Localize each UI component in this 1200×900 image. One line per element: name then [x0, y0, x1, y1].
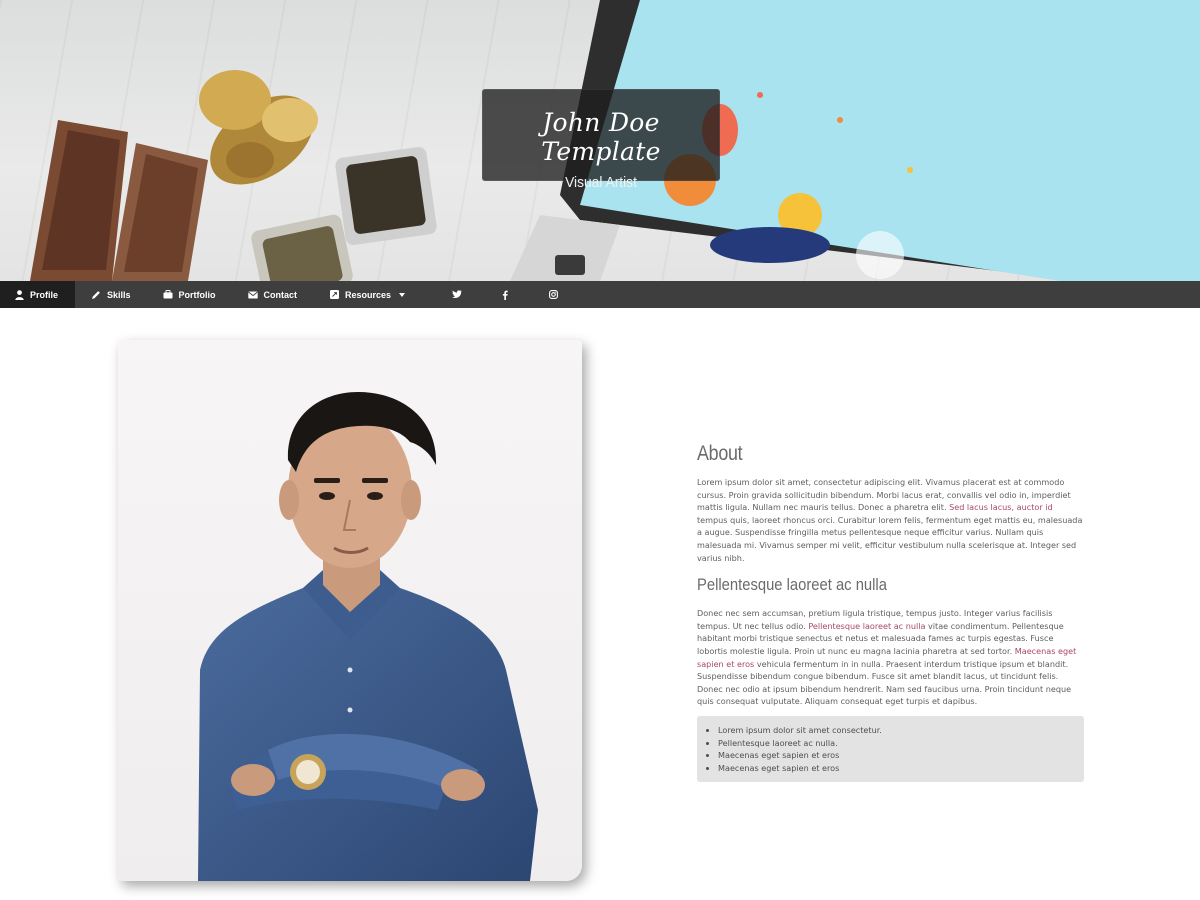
- profile-photo: [118, 340, 582, 881]
- nav-resources-dropdown[interactable]: Resources: [313, 281, 433, 308]
- facebook-link[interactable]: [481, 281, 529, 308]
- list-item: Maecenas eget sapien et eros: [718, 749, 1074, 762]
- about-p1-text-end: tempus quis, laoreet rhoncus orci. Curab…: [697, 514, 1083, 563]
- instagram-icon: [548, 290, 558, 300]
- twitter-link[interactable]: [433, 281, 481, 308]
- site-title: John Doe Template: [541, 108, 661, 166]
- pencil-icon: [91, 290, 101, 300]
- nav-profile-label: Profile: [30, 289, 59, 300]
- nav-contact[interactable]: Contact: [232, 281, 314, 308]
- envelope-icon: [247, 290, 258, 300]
- twitter-icon: [452, 290, 462, 300]
- nav-skills-label: Skills: [107, 289, 131, 300]
- briefcase-icon: [163, 290, 173, 300]
- about-p2-link-1[interactable]: Pellentesque laoreet ac nulla: [808, 621, 925, 631]
- wooden-box-illustration: [30, 120, 208, 281]
- portrait-illustration: [198, 392, 538, 881]
- nav-portfolio-label: Portfolio: [178, 289, 216, 300]
- nav-contact-label: Contact: [263, 289, 298, 300]
- instagram-link[interactable]: [529, 281, 577, 308]
- about-list: Lorem ipsum dolor sit amet consectetur. …: [718, 724, 1074, 774]
- about-list-box: Lorem ipsum dolor sit amet consectetur. …: [697, 715, 1084, 783]
- facebook-icon: [500, 290, 510, 300]
- main-navbar: Profile Skills Portfolio Contact Resourc…: [0, 281, 1200, 308]
- hero-banner: John Doe Template Visual Artist: [0, 0, 1200, 281]
- about-p1-link[interactable]: Sed lacus lacus, auctor id: [949, 502, 1053, 512]
- nav-portfolio[interactable]: Portfolio: [147, 281, 232, 308]
- about-section: About Lorem ipsum dolor sit amet, consec…: [697, 442, 1085, 783]
- about-p2-text-3: vehicula fermentum in in nulla. Praesent…: [697, 658, 1072, 707]
- list-item: Lorem ipsum dolor sit amet consectetur.: [718, 724, 1074, 737]
- hero-title-box: John Doe Template Visual Artist: [482, 89, 720, 191]
- user-icon: [14, 289, 24, 300]
- gold-figurine-illustration: [199, 70, 318, 185]
- about-subheading: Pellentesque laoreet ac nulla: [697, 575, 887, 595]
- about-paragraph-2: Donec nec sem accumsan, pretium ligula t…: [697, 607, 1085, 708]
- nav-profile[interactable]: Profile: [0, 281, 76, 308]
- site-subtitle: Visual Artist: [565, 174, 637, 191]
- list-item: Maecenas eget sapien et eros: [718, 762, 1074, 775]
- external-link-icon: [329, 290, 339, 300]
- about-heading: About: [697, 442, 743, 465]
- chevron-down-icon: [399, 292, 406, 297]
- nav-skills[interactable]: Skills: [75, 281, 147, 308]
- list-item: Pellentesque laoreet ac nulla.: [718, 737, 1074, 750]
- about-paragraph-1: Lorem ipsum dolor sit amet, consectetur …: [697, 476, 1085, 564]
- nav-resources-label: Resources: [345, 289, 392, 300]
